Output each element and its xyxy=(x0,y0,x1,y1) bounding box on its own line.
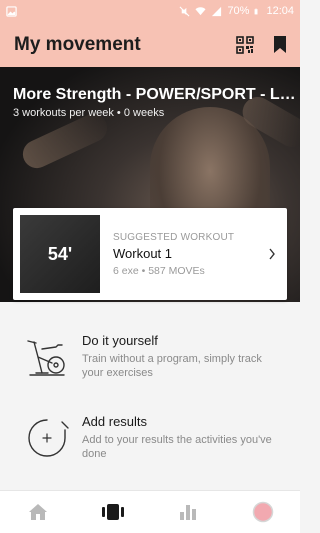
signal-icon xyxy=(212,6,222,16)
workout-name: Workout 1 xyxy=(113,245,173,261)
program-title: More Strength - POWER/SPORT - Le... xyxy=(13,86,298,103)
option-do-it-yourself[interactable]: Do it yourself Train without a program, … xyxy=(0,333,300,383)
battery-percent: 70% xyxy=(227,5,250,17)
profile-icon xyxy=(252,501,273,523)
wifi-icon xyxy=(195,6,206,15)
nav-stats[interactable] xyxy=(168,492,208,532)
bookmark-icon[interactable] xyxy=(272,35,288,54)
option-add-results[interactable]: Add results Add to your results the acti… xyxy=(0,414,300,464)
bottom-nav xyxy=(0,490,300,533)
workout-thumbnail: 54' xyxy=(20,215,100,293)
nav-home[interactable] xyxy=(18,492,58,532)
add-circle-icon xyxy=(28,419,69,457)
chevron-right-icon xyxy=(269,248,275,260)
option-description: Train without a program, simply track yo… xyxy=(82,353,262,379)
clock: 12:04 xyxy=(266,5,294,17)
suggested-workout-label: SUGGESTED WORKOUT xyxy=(113,231,235,243)
gallery-icon xyxy=(6,5,17,17)
workout-meta: 6 exe • 587 MOVEs xyxy=(113,264,205,277)
option-title: Add results xyxy=(82,414,148,429)
movement-icon xyxy=(101,504,124,520)
battery-icon xyxy=(255,8,258,14)
suggested-workout-card[interactable]: 54' SUGGESTED WORKOUT Workout 1 6 exe • … xyxy=(13,208,287,300)
exercise-bike-icon xyxy=(27,340,65,376)
home-icon xyxy=(28,504,47,520)
mute-icon xyxy=(179,6,190,16)
option-title: Do it yourself xyxy=(82,333,158,348)
nav-movement[interactable] xyxy=(93,492,133,532)
program-subtitle: 3 workouts per week • 0 weeks xyxy=(13,107,165,119)
status-bar: 70% 12:04 xyxy=(0,0,300,22)
app-bar: My movement xyxy=(0,22,300,67)
stats-icon xyxy=(179,505,196,520)
option-description: Add to your results the activities you'v… xyxy=(82,434,272,460)
workout-duration: 54' xyxy=(47,243,73,264)
page-title: My movement xyxy=(14,33,141,55)
qr-code-icon[interactable] xyxy=(236,35,254,54)
nav-profile[interactable] xyxy=(243,492,283,532)
